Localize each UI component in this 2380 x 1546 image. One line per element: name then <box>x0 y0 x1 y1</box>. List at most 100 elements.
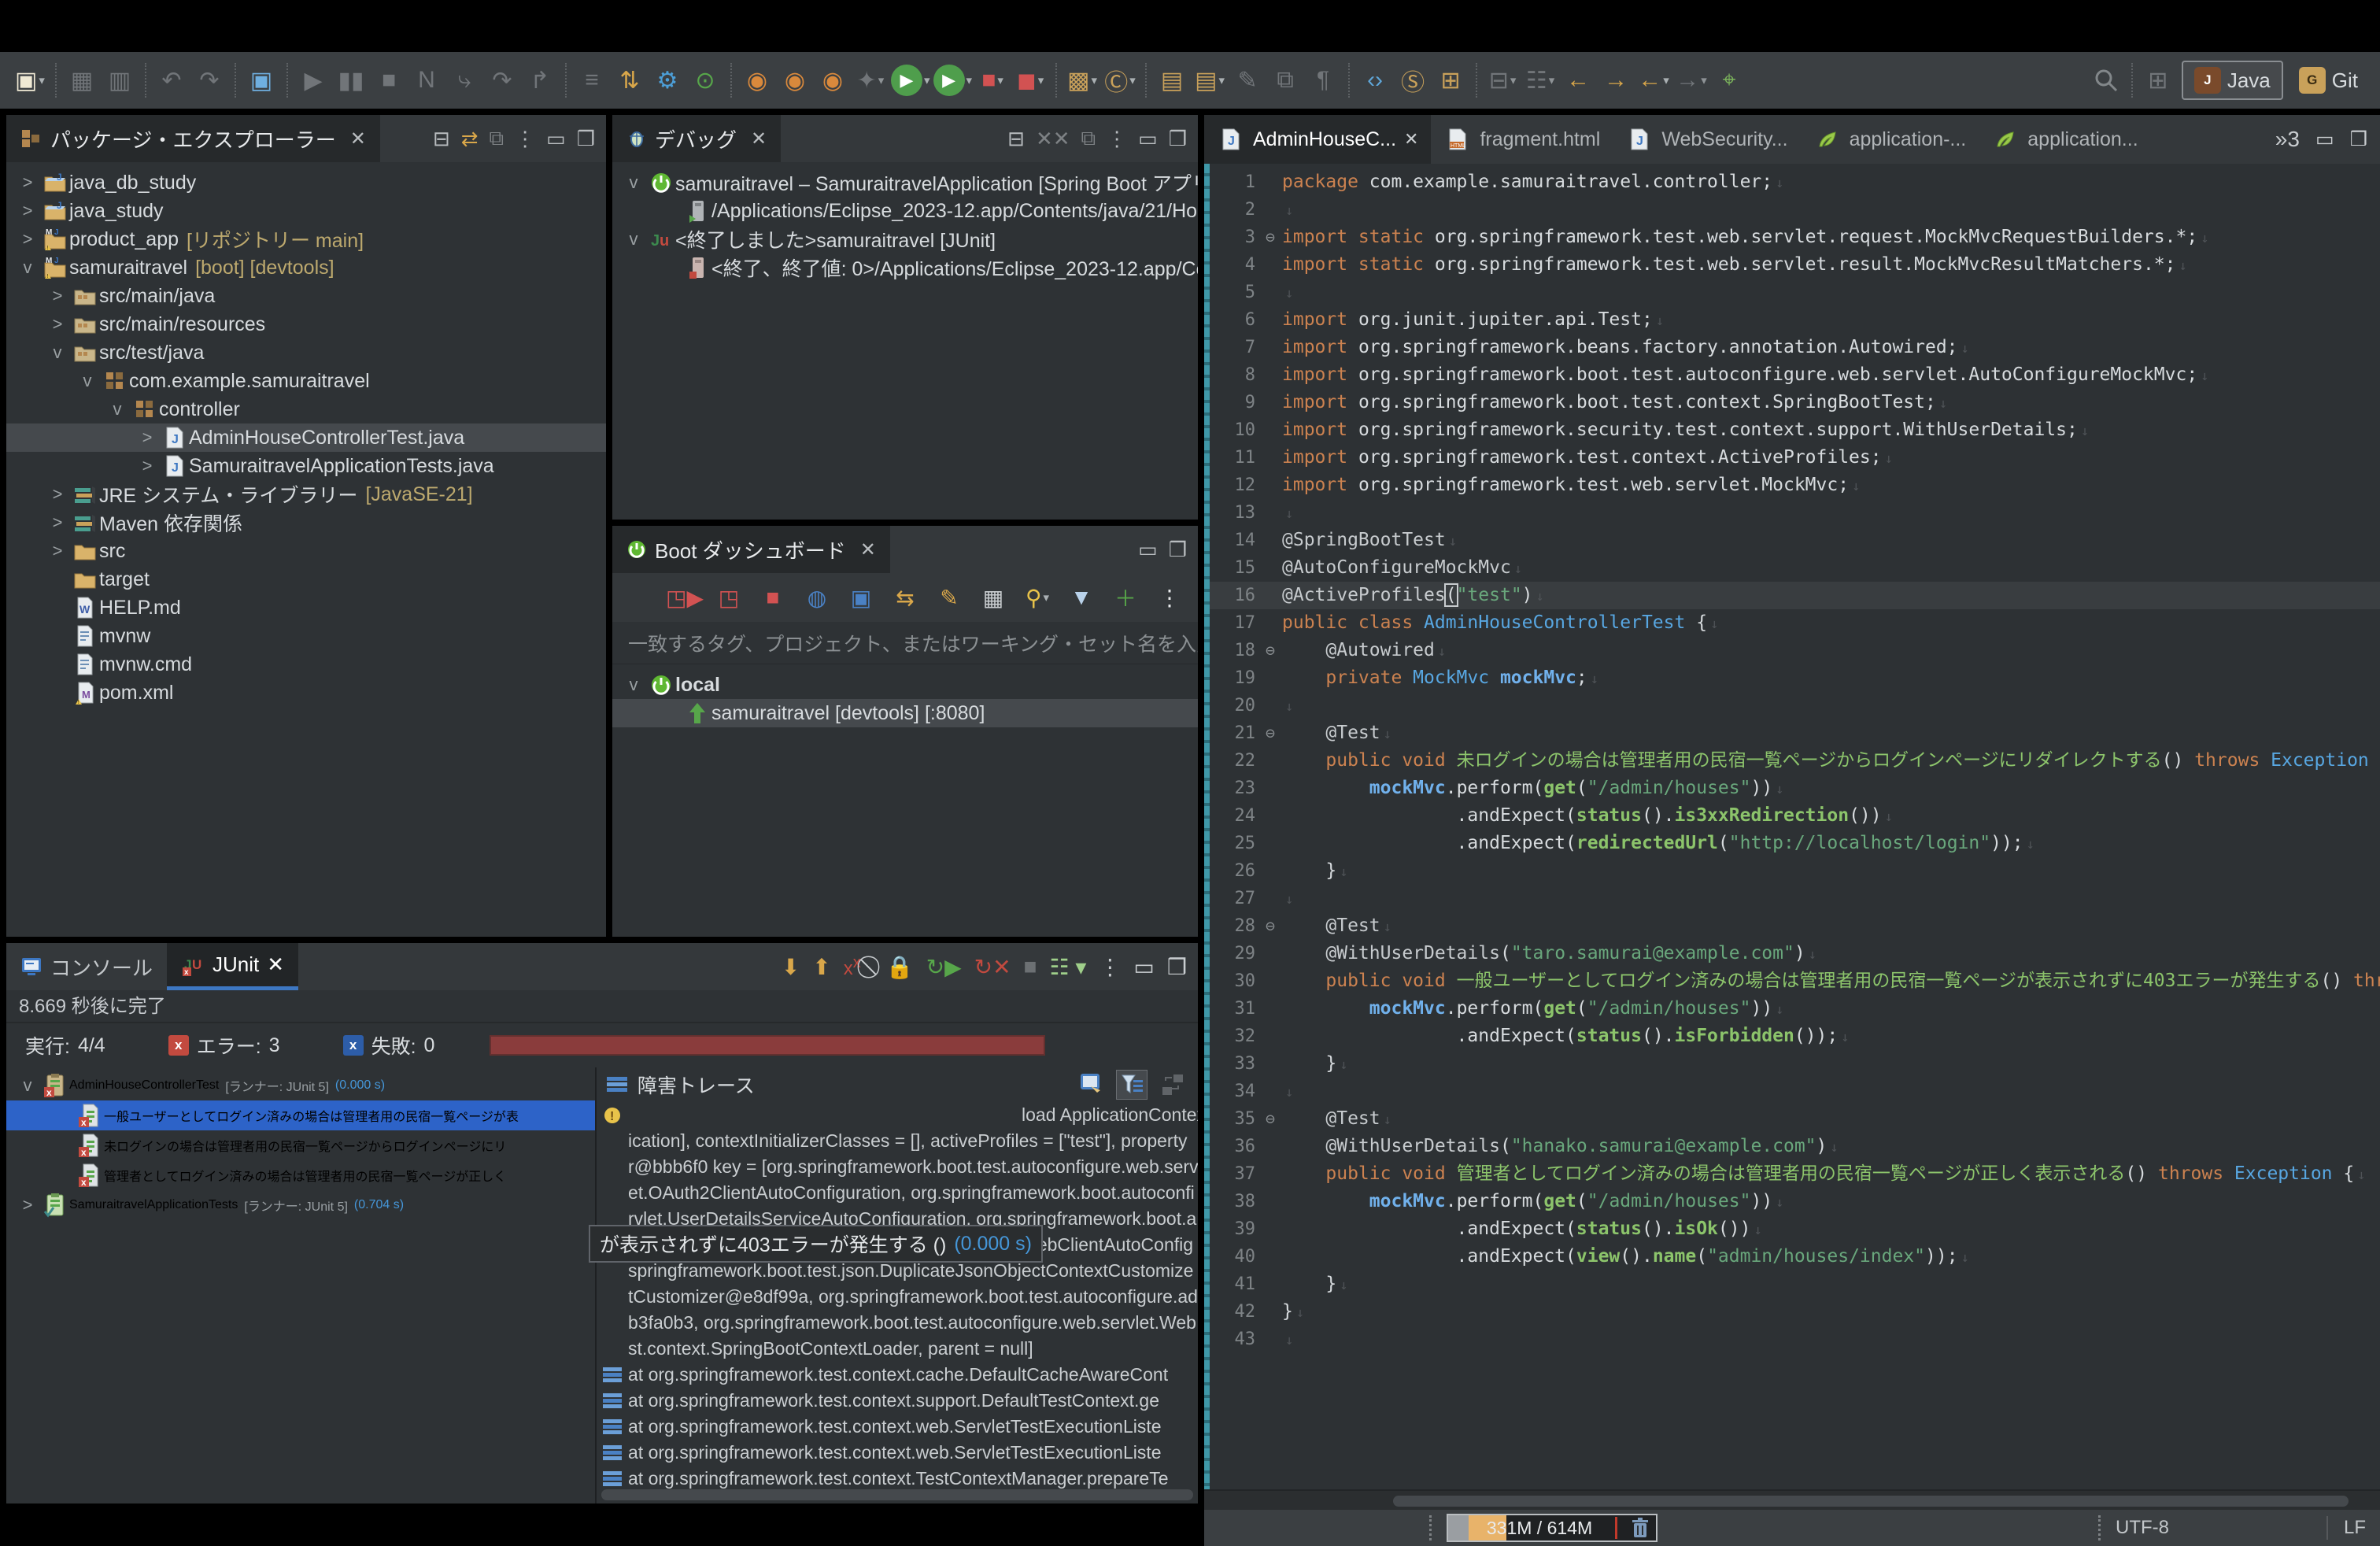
perspective-java[interactable]: J Java <box>2182 61 2283 100</box>
failure-trace-line[interactable]: ication], contextInitializerClasses = []… <box>597 1128 1198 1154</box>
collapse-all-icon[interactable]: ⊟ <box>1007 127 1025 151</box>
package-explorer-item[interactable]: >JRE システム・ライブラリー[JavaSE-21] <box>6 480 606 509</box>
close-icon[interactable]: ✕ <box>1404 129 1418 150</box>
tab-junit[interactable]: JUx JUnit ✕ <box>167 943 298 990</box>
funnel-icon[interactable]: ▼ <box>1066 582 1097 613</box>
coverage-icon[interactable]: ✦▾ <box>853 61 888 99</box>
package-explorer-item[interactable]: >JSamuraitravelApplicationTests.java <box>6 452 606 480</box>
filter-stack-trace-icon[interactable] <box>1116 1070 1148 1100</box>
resume-icon[interactable]: ▶ <box>296 61 331 99</box>
package-explorer-item[interactable]: >src/main/java <box>6 282 606 310</box>
step-into-icon[interactable]: ⤷ <box>447 61 482 99</box>
failure-trace-line[interactable]: at org.springframework.test.context.Test… <box>597 1466 1198 1492</box>
run-history-icon[interactable]: ≡ <box>575 61 609 99</box>
editor-line-4[interactable]: 4import static org.springframework.test.… <box>1210 251 2380 279</box>
failure-trace-line[interactable]: b3fa0b3, org.springframework.boot.test.a… <box>597 1310 1198 1336</box>
debug-tree-item[interactable]: /Applications/Eclipse_2023-12.app/Conten… <box>612 197 1198 225</box>
tab-package-explorer[interactable]: パッケージ・エクスプローラー ✕ <box>6 115 380 162</box>
debug-start-icon[interactable]: ◳ <box>713 582 745 613</box>
pin-editor-icon[interactable]: ⌖ <box>1712 61 1746 99</box>
link-with-editor-icon[interactable]: ⇄ <box>461 127 479 151</box>
editor-line-34[interactable]: 34↓ <box>1210 1078 2380 1105</box>
editor-line-38[interactable]: 38 mockMvc.perform(get("/admin/houses"))… <box>1210 1188 2380 1215</box>
drag-handle[interactable] <box>1429 1515 1437 1540</box>
kebab-icon[interactable]: ⋮ <box>1154 582 1185 613</box>
focus-icon[interactable]: ⧉ <box>490 126 504 151</box>
package-explorer-item[interactable]: vsrc/test/java <box>6 338 606 367</box>
chevron-collapsed-icon[interactable]: > <box>134 427 161 448</box>
junit-test-item[interactable]: vxAdminHouseControllerTest[ランナー: JUnit 5… <box>6 1071 595 1100</box>
pencil-icon[interactable]: ✎ <box>933 582 965 613</box>
package-explorer-item[interactable]: >src/main/resources <box>6 310 606 338</box>
editor-line-32[interactable]: 32 .andExpect(status().isForbidden());↓ <box>1210 1023 2380 1050</box>
disconnect-icon[interactable]: N <box>409 61 444 99</box>
open-perspective-icon[interactable]: ⊞ <box>2141 61 2175 99</box>
failure-trace-line[interactable]: r@bbb6f0 key = [org.springframework.boot… <box>597 1154 1198 1180</box>
package-explorer-item[interactable]: >Jjava_db_study <box>6 168 606 197</box>
next-edit-icon[interactable]: → <box>1598 61 1633 99</box>
collapse-all-icon[interactable]: ⊟ <box>433 127 450 151</box>
debug-run-icon[interactable]: ▶▾ <box>933 61 973 99</box>
close-icon[interactable]: ✕ <box>350 128 366 150</box>
heap-2-icon[interactable]: ◉ <box>778 61 812 99</box>
maximize-icon[interactable]: ❒ <box>577 127 595 151</box>
editor-line-30[interactable]: 30 public void 一般ユーザーとしてログイン済みの場合は管理者用の民… <box>1210 967 2380 995</box>
editor-line-8[interactable]: 8import org.springframework.boot.test.au… <box>1210 361 2380 389</box>
start-icon[interactable]: ◳▶ <box>669 582 700 613</box>
junit-test-item[interactable]: >SamuraitravelApplicationTests[ランナー: JUn… <box>6 1190 595 1220</box>
maximize-icon[interactable]: ❒ <box>1169 127 1187 151</box>
editor-line-27[interactable]: 27↓ <box>1210 885 2380 912</box>
fold-collapse-icon[interactable]: ⊖ <box>1258 637 1282 664</box>
new-java-project-icon[interactable]: ▩▾ <box>1065 61 1099 99</box>
editor-line-9[interactable]: 9import org.springframework.boot.test.co… <box>1210 389 2380 416</box>
collapse-tree-icon[interactable]: ☷▾ <box>1523 61 1558 99</box>
fold-collapse-icon[interactable]: ⊖ <box>1258 224 1282 251</box>
editor-line-39[interactable]: 39 .andExpect(status().isOk())↓ <box>1210 1215 2380 1243</box>
junit-test-item[interactable]: x未ログインの場合は管理者用の民宿一覧ページからログインページにリ <box>6 1130 595 1160</box>
new-wizard-icon[interactable]: ▣▾ <box>13 61 47 99</box>
relaunch-config-icon[interactable]: ⇅ <box>612 61 647 99</box>
editor-line-3[interactable]: 3⊖import static org.springframework.test… <box>1210 224 2380 251</box>
package-explorer-item[interactable]: >MJ!product_app[リポジトリー main] <box>6 225 606 253</box>
show-trace-in-console-icon[interactable] <box>1075 1070 1107 1100</box>
open-resource-icon[interactable]: ▤▾ <box>1192 61 1227 99</box>
editor-line-36[interactable]: 36 @WithUserDetails("hanako.samurai@exam… <box>1210 1133 2380 1160</box>
maximize-icon[interactable]: ❒ <box>2350 128 2367 151</box>
next-failure-icon[interactable]: ⬇ <box>782 954 800 980</box>
editor-line-6[interactable]: 6import org.junit.jupiter.api.Test;↓ <box>1210 306 2380 334</box>
editor-line-10[interactable]: 10import org.springframework.security.te… <box>1210 416 2380 444</box>
boot-dashboard-item[interactable]: samuraitravel [devtools] [:8080] <box>612 699 1198 727</box>
drag-handle[interactable] <box>2098 1515 2106 1540</box>
rerun-test-icon[interactable]: ↻▶ <box>926 954 962 980</box>
step-return-icon[interactable]: ↱ <box>523 61 557 99</box>
chevron-collapsed-icon[interactable]: > <box>14 201 41 221</box>
failure-trace-line[interactable]: at org.springframework.test.context.supp… <box>597 1388 1198 1414</box>
editor-line-14[interactable]: 14@SpringBootTest↓ <box>1210 527 2380 554</box>
run-gc-trash-icon[interactable] <box>1631 1517 1650 1539</box>
failure-trace-line[interactable]: et.OAuth2ClientAutoConfiguration, org.sp… <box>597 1180 1198 1206</box>
failure-trace-line[interactable]: tCustomizer@e8df99a, org.springframework… <box>597 1284 1198 1310</box>
package-explorer-item[interactable]: vcom.example.samuraitravel <box>6 367 606 395</box>
chevron-collapsed-icon[interactable]: > <box>14 1195 41 1215</box>
package-explorer-item[interactable]: target <box>6 565 606 594</box>
editor-line-28[interactable]: 28⊖ @Test↓ <box>1210 912 2380 940</box>
line-ending-indicator[interactable]: LF <box>2344 1517 2366 1539</box>
editor-line-1[interactable]: 1package com.example.samuraitravel.contr… <box>1210 168 2380 196</box>
chevron-expanded-icon[interactable]: v <box>74 371 101 391</box>
package-explorer-item[interactable]: mvnw.cmd <box>6 650 606 679</box>
fold-collapse-icon[interactable]: ⊖ <box>1258 1105 1282 1133</box>
view-menu-icon[interactable]: ⋮ <box>515 127 535 151</box>
close-icon[interactable]: ✕ <box>751 128 767 150</box>
power-icon[interactable]: ⊙ <box>688 61 722 99</box>
stop-icon[interactable]: ■▾ <box>975 61 1010 99</box>
minimize-icon[interactable]: ▭ <box>1133 954 1154 980</box>
editor-line-7[interactable]: 7import org.springframework.beans.factor… <box>1210 334 2380 361</box>
editor-tab-fragmenthtml[interactable]: HTMLfragment.html <box>1431 115 1613 164</box>
editor-line-35[interactable]: 35⊖ @Test↓ <box>1210 1105 2380 1133</box>
mark-occurrences-icon[interactable]: ✎ <box>1230 61 1265 99</box>
heap-3-icon[interactable]: ◉ <box>815 61 850 99</box>
editor-line-41[interactable]: 41 }↓ <box>1210 1270 2380 1298</box>
chevron-collapsed-icon[interactable]: > <box>44 314 71 335</box>
forward-icon[interactable]: →▾ <box>1674 61 1709 99</box>
editor-line-37[interactable]: 37 public void 管理者としてログイン済みの場合は管理者用の民宿一覧… <box>1210 1160 2380 1188</box>
